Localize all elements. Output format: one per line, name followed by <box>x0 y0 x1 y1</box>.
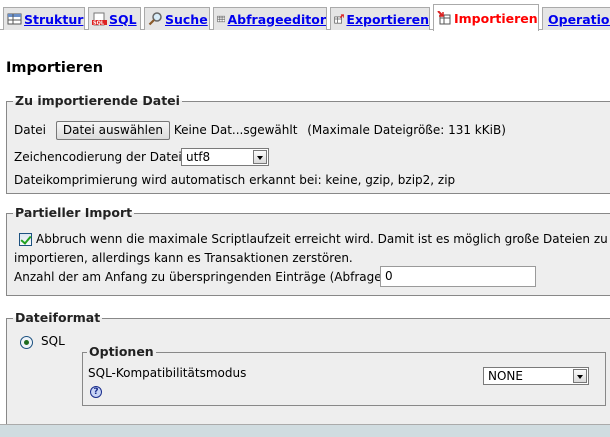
max-file-size: (Maximale Dateigröße: 131 kKiB) <box>307 123 506 137</box>
charset-value: utf8 <box>186 150 211 164</box>
skip-queries-value: 0 <box>385 269 393 283</box>
sql-format-label: SQL <box>41 334 65 348</box>
tab-label: SQL <box>109 11 137 27</box>
choose-file-button[interactable]: Datei auswählen <box>55 121 170 140</box>
compression-note: Dateikomprimierung wird automatisch erka… <box>14 173 456 187</box>
compat-mode-value: NONE <box>488 369 523 383</box>
sql-format-radio[interactable] <box>20 336 33 349</box>
file-fieldset: Zu importierende Datei Datei Datei auswä… <box>6 93 610 194</box>
skip-queries-label: Anzahl der am Anfang zu überspringenden … <box>14 270 394 284</box>
compat-mode-label: SQL-Kompatibilitätsmodus <box>88 366 247 380</box>
tab-operationen[interactable]: Operationen <box>542 7 610 30</box>
partial-import-legend: Partieller Import <box>13 205 135 220</box>
options-legend: Optionen <box>87 344 156 359</box>
skip-queries-input[interactable]: 0 <box>380 266 536 287</box>
sql-icon: SQL <box>92 12 107 26</box>
tab-label: Abfrageeditor <box>227 11 326 27</box>
tab-abfrageeditor[interactable]: Abfrageeditor <box>213 7 327 30</box>
file-legend: Zu importierende Datei <box>13 93 182 108</box>
partial-import-fieldset: Partieller Import Abbruch wenn die maxim… <box>6 205 610 296</box>
query-editor-icon <box>217 15 226 23</box>
file-label: Datei <box>14 123 47 137</box>
chevron-down-icon <box>253 150 267 164</box>
allow-interrupt-label-1: Abbruch wenn die maximale Scriptlaufzeit… <box>36 232 608 246</box>
page-title: Importieren <box>6 60 104 76</box>
tab-label: Suche <box>165 11 208 27</box>
chevron-down-icon <box>573 369 587 383</box>
file-status: Keine Dat...sgewählt <box>173 123 298 137</box>
charset-label: Zeichencodierung der Datei: <box>14 150 186 164</box>
tab-struktur[interactable]: Struktur <box>3 7 85 30</box>
table-structure-icon <box>7 13 22 25</box>
compat-mode-select[interactable]: NONE <box>483 367 589 385</box>
allow-interrupt-checkbox[interactable] <box>19 233 32 246</box>
tab-label: Operationen <box>548 11 610 27</box>
magnifier-icon <box>148 12 162 26</box>
export-icon <box>334 14 345 24</box>
tab-label: Exportieren <box>346 11 429 27</box>
tab-bar: Struktur SQL SQL Suche Abfrageeditor Exp… <box>0 0 610 31</box>
charset-select[interactable]: utf8 <box>181 148 269 166</box>
options-fieldset: Optionen SQL-Kompatibilitätsmodus NONE ? <box>82 344 606 406</box>
tab-sql[interactable]: SQL SQL <box>88 7 141 30</box>
allow-interrupt-label-2: importieren, allerdings kann es Transakt… <box>14 251 353 265</box>
footer-bar <box>0 424 610 437</box>
format-fieldset: Dateiformat SQL Optionen SQL-Kompatibili… <box>6 310 610 424</box>
tab-label: Struktur <box>24 11 84 27</box>
help-icon[interactable]: ? <box>90 386 102 398</box>
import-icon <box>437 11 451 25</box>
tab-suche[interactable]: Suche <box>144 7 210 30</box>
file-row: Datei Datei auswählen Keine Dat...sgewäh… <box>14 121 506 140</box>
format-legend: Dateiformat <box>13 310 103 325</box>
tab-label: Importieren <box>454 10 538 26</box>
svg-text:SQL: SQL <box>93 21 105 27</box>
